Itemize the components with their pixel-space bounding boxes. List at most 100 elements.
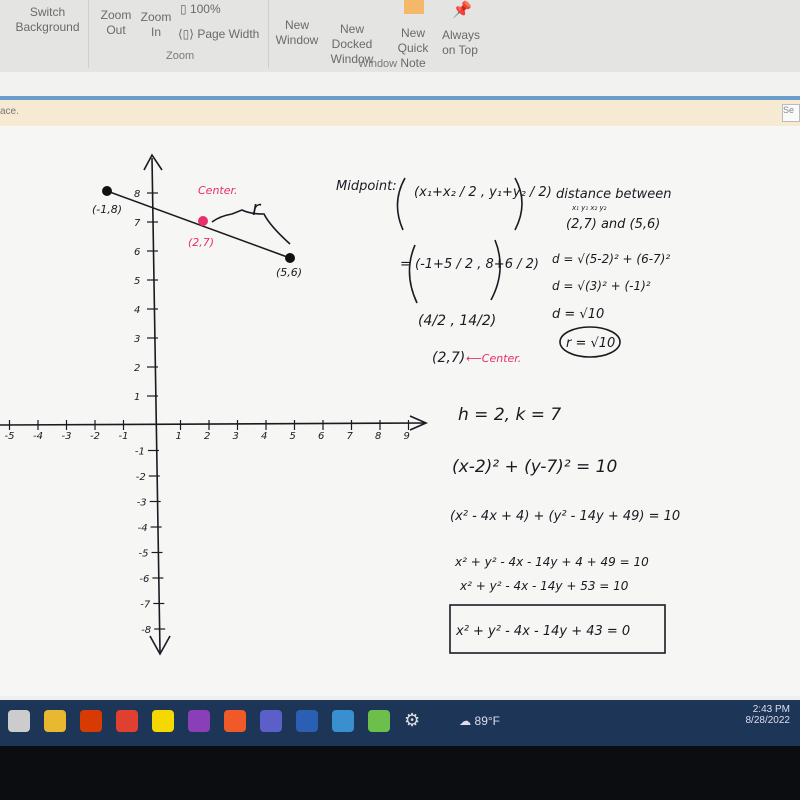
x-tick-label: 4 <box>261 431 267 442</box>
radius-bracket <box>211 209 291 245</box>
distance-title: distance between <box>556 187 671 202</box>
page-width-button[interactable]: ⟨▯⟩ Page Width <box>178 27 259 42</box>
clock-date: 8/28/2022 <box>745 715 791 726</box>
center-label: Center. <box>198 184 238 197</box>
combined-equation-1: x² + y² - 4x - 14y + 4 + 49 = 10 <box>454 555 649 569</box>
y-tick-label: -3 <box>137 498 147 509</box>
office-icon[interactable] <box>80 710 102 732</box>
distance-points: (2,7) and (5,6) <box>566 217 660 232</box>
page-width-icon: ⟨▯⟩ <box>178 27 198 41</box>
x-tick-label: 9 <box>404 431 410 442</box>
pin-icon: 📌 <box>452 2 472 19</box>
word-icon[interactable] <box>296 710 318 732</box>
y-tick-label: 5 <box>134 276 140 287</box>
ribbon-bottom <box>0 72 800 96</box>
point-b-label: (5,6) <box>276 266 302 279</box>
zoom-100-button[interactable]: ▯ 100% <box>180 2 221 17</box>
radius-label: r <box>252 196 262 220</box>
x-tick-label: -1 <box>119 431 129 442</box>
x-tick-label: -2 <box>90 431 100 442</box>
info-button[interactable]: Se <box>782 104 800 122</box>
x-tick-label: 2 <box>204 431 210 442</box>
app-red-icon[interactable] <box>116 710 138 732</box>
screen: Switch Background Zoom Out Zoom In ▯ 100… <box>0 0 800 745</box>
zoom-group-label: Zoom <box>166 50 195 62</box>
y-tick-label: -5 <box>139 549 149 560</box>
handwritten-note: -5 -4 -3 -2 -1 1 2 3 4 5 6 7 8 9 8 7 6 5 4 3 2 1 -1 -2 -3 -4 -5 -6… <box>0 153 680 656</box>
distance-step3: d = √10 <box>552 307 604 322</box>
center-point <box>198 216 208 226</box>
x-tick-label: 8 <box>375 431 381 442</box>
clock[interactable]: 2:43 PM 8/28/2022 <box>746 704 791 726</box>
midpoint-formula: (x₁+x₂ / 2 , y₁+y₂ / 2) <box>414 185 552 200</box>
zoom-out-button[interactable]: Zoom Out <box>98 8 134 38</box>
y-tick-label: 1 <box>134 392 140 403</box>
x-tick-label: -3 <box>62 431 72 442</box>
y-tick-label: 7 <box>134 218 141 229</box>
quick-note-icon <box>404 0 424 14</box>
standard-equation: (x-2)² + (y-7)² = 10 <box>452 457 617 477</box>
zoom-in-button[interactable]: Zoom In <box>138 10 174 40</box>
distance-step2: d = √(3)² + (-1)² <box>552 279 651 293</box>
info-bar: ace. Se <box>0 100 800 126</box>
y-tick-label: -6 <box>139 574 149 585</box>
expanded-equation: (x² - 4x + 4) + (y² - 14y + 49) = 10 <box>450 509 680 524</box>
point-a-label: (-1,8) <box>92 203 122 216</box>
ribbon-separator <box>88 0 89 68</box>
y-axis-arrow-up <box>143 153 163 171</box>
midpoint-step1: = (-1+5 / 2 , 8+6 / 2) <box>400 257 539 272</box>
y-tick-label: -7 <box>140 600 151 611</box>
distance-result: r = √10 <box>566 336 615 351</box>
pacman-icon[interactable] <box>152 710 174 732</box>
y-tick-label: -1 <box>135 447 145 458</box>
window-group-label: Window <box>358 58 398 70</box>
taskbar: ⚙ ☁ 89°F 2:43 PM 8/28/2022 <box>0 700 800 746</box>
photos-icon[interactable] <box>332 710 354 732</box>
app-green-icon[interactable] <box>368 710 390 732</box>
y-tick-label: 2 <box>134 363 140 374</box>
x-tick-label: 3 <box>233 431 239 442</box>
x-tick-label: 7 <box>347 431 354 442</box>
h-k-values: h = 2, k = 7 <box>458 405 561 425</box>
weather[interactable]: ☁ 89°F <box>459 714 500 728</box>
y-tick-label: 8 <box>134 189 140 200</box>
x-tick-label: 6 <box>318 431 324 442</box>
midpoint-result-note: ⟵Center. <box>466 352 521 365</box>
x-tick-label: -5 <box>5 431 15 442</box>
y-tick-label: 3 <box>134 334 140 345</box>
always-on-top-button[interactable]: Always on Top <box>442 28 480 58</box>
chrome-icon[interactable] <box>44 710 66 732</box>
combined-equation-2: x² + y² - 4x - 14y + 53 = 10 <box>459 579 629 593</box>
x-tick-label: -4 <box>33 431 43 442</box>
midpoint-result: (2,7) <box>432 350 465 366</box>
ribbon: Switch Background Zoom Out Zoom In ▯ 100… <box>0 0 800 72</box>
teams-icon[interactable] <box>260 710 282 732</box>
cloud-icon: ☁ <box>459 714 475 728</box>
switch-background-button[interactable]: Switch Background <box>10 5 85 35</box>
settings-icon[interactable]: ⚙ <box>404 710 426 732</box>
origin-icon[interactable] <box>224 710 246 732</box>
final-equation: x² + y² - 4x - 14y + 43 = 0 <box>455 624 630 639</box>
center-point-label: (2,7) <box>188 236 214 249</box>
midpoint-step2: (4/2 , 14/2) <box>418 313 496 329</box>
y-tick-label: -8 <box>141 625 151 636</box>
y-tick-label: 4 <box>134 305 140 316</box>
x-tick-label: 5 <box>290 431 296 442</box>
ribbon-separator <box>268 0 269 68</box>
point-a <box>102 186 112 196</box>
point-b <box>285 253 295 263</box>
info-text: ace. <box>0 106 19 117</box>
x-tick-label: 1 <box>176 431 182 442</box>
clock-time: 2:43 PM <box>752 704 790 715</box>
distance-step1: d = √(5-2)² + (6-7)² <box>552 252 670 266</box>
onenote-icon[interactable] <box>188 710 210 732</box>
y-tick-label: -2 <box>136 472 146 483</box>
y-tick-label: 6 <box>134 247 140 258</box>
note-canvas[interactable]: -5 -4 -3 -2 -1 1 2 3 4 5 6 7 8 9 8 7 6 5 4 3 2 1 -1 -2 -3 -4 -5 -6… <box>0 126 800 696</box>
start-icon[interactable] <box>8 710 30 732</box>
midpoint-label: Midpoint: <box>336 179 397 194</box>
x-axis <box>0 422 426 426</box>
y-tick-label: -4 <box>138 523 148 534</box>
distance-point-labels: x₁ y₁ x₂ y₂ <box>571 204 607 212</box>
new-window-button[interactable]: New Window <box>274 18 320 48</box>
